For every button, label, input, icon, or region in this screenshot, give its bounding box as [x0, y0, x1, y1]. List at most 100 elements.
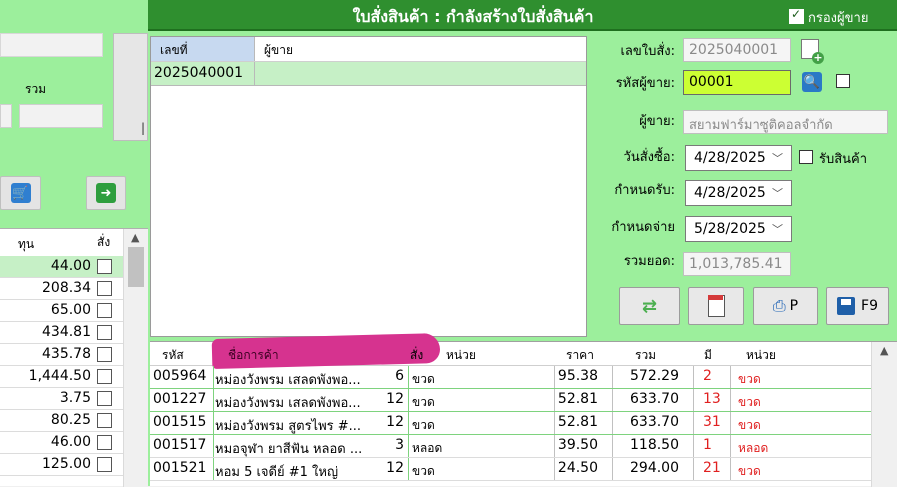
order-list[interactable]: เลขที่ ผู้ขาย 2025040001 [150, 36, 587, 337]
list-item[interactable]: 1,444.50 [0, 366, 123, 388]
order-checkbox[interactable] [97, 435, 112, 450]
supplier-code-label: รหัสผู้ขาย: [615, 76, 675, 91]
order-items-grid[interactable]: รหัส ชื่อการค้า สั่ง หน่วย ราคา รวม มี ห… [150, 333, 897, 487]
order-no-label: เลขใบสั่ง: [620, 44, 675, 59]
chevron-down-icon[interactable]: ﹀ [772, 150, 783, 166]
order-checkbox[interactable] [97, 325, 112, 340]
supplier-column-header[interactable]: ผู้ขาย [255, 37, 586, 61]
list-item[interactable]: 435.78 [0, 344, 123, 366]
print-button[interactable]: ⎙ P [753, 287, 818, 325]
unit-cell: ขวด [412, 418, 435, 432]
order-checkbox[interactable] [97, 413, 112, 428]
total-cell: 118.50 [630, 437, 679, 453]
stock-cell: 13 [703, 391, 721, 407]
due-pay-value: 5/28/2025 [694, 221, 766, 237]
scroll-thumb[interactable] [128, 247, 144, 287]
list-item[interactable]: 65.00 [0, 300, 123, 322]
column-divider [408, 389, 409, 411]
stock-cell: 2 [703, 368, 712, 384]
cost-value: 1,444.50 [28, 368, 91, 384]
next-button[interactable]: ➜ [86, 176, 126, 210]
order-checkbox[interactable] [97, 281, 112, 296]
column-divider [730, 389, 731, 411]
column-divider [554, 366, 555, 388]
order-no-column-header[interactable]: เลขที่ [151, 37, 255, 61]
filter-supplier-label: กรองผู้ขาย [808, 11, 869, 26]
order-checkbox[interactable] [97, 391, 112, 406]
list-item[interactable]: 46.00 [0, 432, 123, 454]
list-item[interactable]: 3.75 [0, 388, 123, 410]
stock-unit-column-header[interactable]: หน่วย [746, 346, 776, 365]
new-document-icon [801, 39, 824, 64]
list-item[interactable]: 125.00 [0, 454, 123, 476]
items-grid-scrollbar[interactable]: ▲ [871, 342, 897, 487]
supplier-search-button[interactable]: 🔍 [801, 71, 823, 93]
print-label: P [789, 298, 799, 314]
table-row[interactable]: 005964 หม่องวังพรม เสลดพังพอ... 6 ขวด 95.38 5… [150, 366, 871, 389]
chevron-down-icon[interactable]: ﹀ [772, 185, 783, 201]
order-column-header: สั่ง [97, 235, 111, 249]
total-cell: 633.70 [630, 391, 679, 407]
save-icon [837, 297, 856, 315]
save-button[interactable]: F9 [826, 287, 889, 325]
receive-goods-checkbox[interactable] [799, 150, 813, 164]
new-document-button[interactable] [799, 38, 824, 64]
trade-name-column-header[interactable]: ชื่อการค้า [228, 346, 279, 365]
transfer-button[interactable]: ⇄ [619, 287, 680, 325]
total-column-header[interactable]: รวม [635, 346, 656, 365]
list-item[interactable]: 80.25 [0, 410, 123, 432]
scroll-up-icon[interactable]: ▲ [131, 231, 139, 244]
qty-column-header[interactable]: สั่ง [410, 346, 423, 365]
add-to-cart-button[interactable]: 🛒 [0, 176, 41, 210]
due-pay-date-picker[interactable]: 5/28/2025 ﹀ [685, 216, 792, 242]
left-cost-grid[interactable]: ทุน สั่ง 44.00 208.34 65.00 434.81 435.7… [0, 228, 149, 487]
order-checkbox[interactable] [97, 347, 112, 362]
price-cell: 24.50 [557, 460, 598, 476]
list-item[interactable]: 44.00 [0, 256, 123, 278]
left-total-field[interactable] [19, 104, 103, 128]
supplier-code-field[interactable]: 00001 [683, 70, 791, 95]
order-checkbox[interactable] [97, 303, 112, 318]
price-cell: 52.81 [557, 391, 598, 407]
column-divider [612, 458, 613, 480]
unit-cell: ขวด [412, 372, 435, 386]
table-row[interactable]: 2025040001 [151, 62, 586, 86]
new-page-button[interactable] [688, 287, 744, 325]
order-date-picker[interactable]: 4/28/2025 ﹀ [685, 145, 792, 171]
list-item[interactable]: 208.34 [0, 278, 123, 300]
order-checkbox[interactable] [97, 369, 112, 384]
table-row[interactable]: 001515 หม่องวังพรม สูตรไพร #... 12 ขวด 52.81… [150, 412, 871, 435]
supplier-option-checkbox[interactable] [836, 74, 850, 88]
filter-supplier-checkbox[interactable] [789, 7, 804, 24]
stock-column-header[interactable]: มี [704, 346, 712, 365]
chevron-down-icon[interactable]: ﹀ [772, 221, 783, 237]
order-checkbox[interactable] [97, 457, 112, 472]
left-side-button[interactable]: | [113, 33, 148, 141]
due-receive-date-picker[interactable]: 4/28/2025 ﹀ [685, 180, 792, 206]
price-column-header[interactable]: ราคา [566, 346, 594, 365]
left-search-field[interactable] [0, 33, 103, 57]
table-row[interactable]: 001517 หมอจุฬา ยาสีฟัน หลอด ... 3 หลอด 39.50… [150, 435, 871, 458]
stock-cell: 21 [703, 460, 721, 476]
unit-column-header[interactable]: หน่วย [446, 346, 476, 365]
code-column-header[interactable]: รหัส [162, 346, 184, 365]
page-icon [707, 295, 725, 317]
column-divider [213, 435, 214, 457]
order-no-field[interactable]: 2025040001 [683, 38, 791, 62]
code-cell: 001515 [153, 414, 207, 430]
order-list-header: เลขที่ ผู้ขาย [151, 37, 586, 62]
scroll-up-icon[interactable]: ▲ [880, 344, 888, 357]
cost-value: 125.00 [42, 456, 91, 472]
supplier-name-field[interactable]: สยามฟาร์มาซูติคอลจำกัด [683, 110, 888, 134]
trade-name-cell: หม่องวังพรม เสลดพังพอ... [215, 396, 361, 411]
cost-value: 44.00 [50, 258, 91, 274]
table-row[interactable]: 001227 หม่องวังพรม เสลดพังพอ... 12 ขวด 52.81… [150, 389, 871, 412]
left-field-a[interactable] [0, 104, 12, 128]
order-checkbox[interactable] [97, 259, 112, 274]
search-icon: 🔍 [802, 72, 822, 92]
dialog-title: ใบสั่งสินค้า : กำลังสร้างใบสั่งสินค้า [352, 7, 594, 26]
column-divider [730, 366, 731, 388]
table-row[interactable]: 001521 หอม 5 เจดีย์ #1 ใหญ่ 12 ขวด 24.50 294.… [150, 458, 871, 481]
left-grid-scrollbar[interactable]: ▲ [123, 229, 149, 487]
list-item[interactable]: 434.81 [0, 322, 123, 344]
